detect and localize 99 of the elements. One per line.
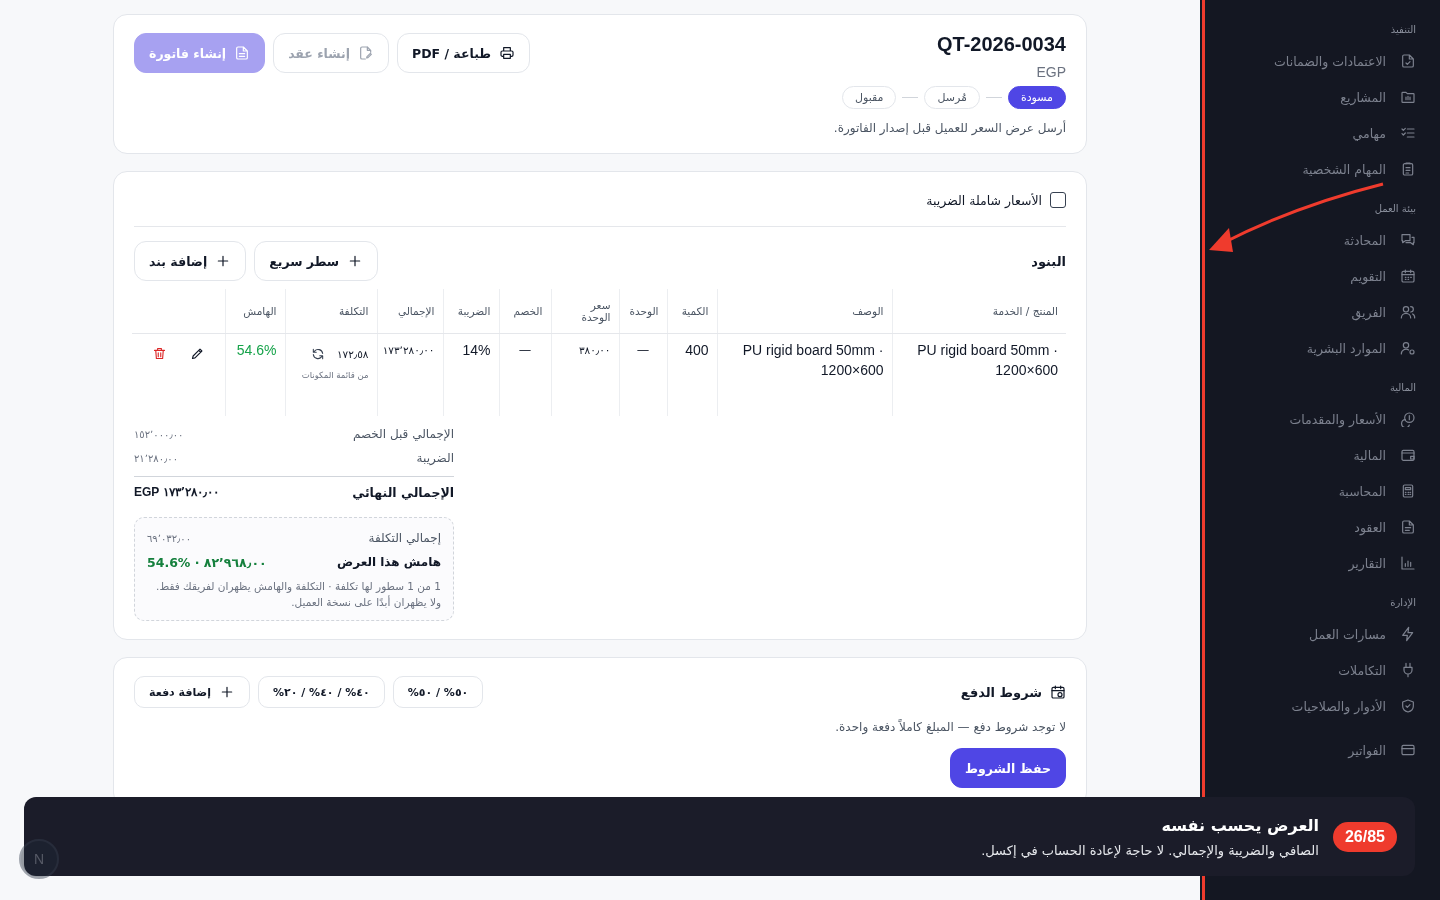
plug-icon (1400, 662, 1416, 678)
sidebar-item[interactable]: مهامي (1200, 115, 1416, 151)
checkbox[interactable] (1050, 192, 1066, 208)
quote-number: QT-2026-0034 (937, 33, 1066, 56)
column-header: الضريبة (443, 289, 499, 334)
column-header: التكلفة (285, 289, 377, 334)
sidebar-item[interactable]: التقارير (1200, 545, 1416, 581)
column-header: الهامش (225, 289, 285, 334)
currency-label: EGP (1035, 64, 1066, 80)
add-item-button[interactable]: إضافة بند (134, 241, 247, 281)
document-pen-icon (358, 45, 374, 61)
sidebar-item[interactable]: الموارد البشرية (1200, 330, 1416, 366)
print-button[interactable]: طباعة / PDF (397, 33, 531, 73)
avatar[interactable]: N (19, 839, 59, 879)
checklist-icon (1400, 125, 1416, 141)
section-title: البنود (1031, 253, 1066, 269)
sidebar-item[interactable]: مسارات العمل (1200, 616, 1416, 652)
column-header: سعر الوحدة (551, 289, 619, 334)
sidebar-item[interactable]: التكاملات (1200, 652, 1416, 688)
empty-text: لا توجد شروط دفع — المبلغ كاملاً دفعة واحدة. (834, 720, 1066, 734)
column-header: المنتج / الخدمة (892, 289, 1066, 334)
people-icon (1400, 304, 1416, 320)
total-label: الضريبة (416, 451, 454, 465)
credit-card-icon (1400, 742, 1416, 758)
shield-icon (1400, 698, 1416, 714)
section-label: الإدارة (1389, 596, 1416, 611)
document-check-icon (1400, 53, 1416, 69)
section-label: المالية (1388, 381, 1416, 395)
margin-cell: 54.6% (225, 333, 285, 416)
banner-text: الصافي والضريبة والإجمالي. لا حاجة لإعادة الحساب في إكسل. (981, 842, 1319, 858)
total-value: ١٥٢٬٠٠٠٫٠٠ (134, 428, 184, 440)
sidebar-item[interactable]: المشاريع (1200, 79, 1416, 115)
calendar-icon (1400, 268, 1416, 284)
section-label: بيئة العمل (1373, 202, 1416, 216)
table-cell: ١٧٣٬٢٨٠٫٠٠ (377, 333, 443, 416)
wallet-icon (1400, 447, 1416, 463)
total-value: ١٧٣٬٢٨٠٫٠٠ EGP (134, 485, 219, 499)
table-cell: PU rigid board 50mm · 1200×600 (717, 333, 892, 416)
banner-title: العرض يحسب نفسه (1160, 815, 1319, 835)
cost-value: ١٧٢٫٥٨ (336, 347, 369, 362)
lightning-icon (1400, 626, 1416, 642)
clipboard-icon (1400, 161, 1416, 177)
cost-total-value: ٦٩٬٠٣٢٫٠٠ (147, 532, 192, 544)
calendar-clock-icon (1050, 684, 1066, 700)
margin-value: ٨٢٬٩٦٨٫٠٠ · 54.6% (147, 554, 267, 570)
sidebar-item[interactable]: الفواتير (1200, 732, 1416, 768)
table-cell: 14% (443, 333, 499, 416)
pencil-icon (189, 346, 205, 361)
table-cell: ٣٨٠٫٠٠ (551, 333, 619, 416)
coins-icon (1400, 411, 1416, 427)
cost-total-label: إجمالي التكلفة (368, 531, 441, 545)
sidebar-item[interactable]: الأدوار والصلاحيات (1200, 688, 1416, 724)
trash-icon (151, 346, 167, 361)
preset-button[interactable]: ٥٠% / ٥٠% (392, 676, 484, 708)
edit-button[interactable] (189, 346, 205, 361)
document-icon (1400, 519, 1416, 535)
quick-line-button[interactable]: سطر سريع (254, 241, 379, 281)
column-header: الخصم (499, 289, 551, 334)
count-badge: 26/85 (1332, 821, 1397, 852)
section-title: شروط الدفع (960, 684, 1042, 700)
folder-icon (1400, 89, 1416, 105)
status-step: مسودة (1007, 86, 1066, 109)
sidebar-item[interactable]: الفريق (1200, 294, 1416, 330)
bar-chart-icon (1400, 555, 1416, 571)
table-cell: 400 (667, 333, 717, 416)
sidebar-item[interactable]: المالية (1200, 437, 1416, 473)
section-label: التنفيذ (1389, 23, 1416, 37)
sidebar-item[interactable]: المحادثة (1200, 222, 1416, 258)
document-icon (234, 45, 251, 61)
sidebar-item[interactable]: التقويم (1200, 258, 1416, 294)
save-terms-button[interactable]: حفظ الشروط (950, 748, 1066, 788)
preset-button[interactable]: ٤٠% / ٤٠% / ٢٠% (257, 676, 385, 708)
person-icon (1400, 340, 1416, 356)
checkbox-label: الأسعار شاملة الضريبة (926, 192, 1042, 208)
sidebar-item[interactable]: المحاسبة (1200, 473, 1416, 509)
sidebar-item[interactable]: الأسعار والمقدمات (1200, 401, 1416, 437)
calculator-icon (1400, 483, 1416, 499)
total-label: الإجمالي النهائي (352, 484, 454, 500)
margin-label: هامش هذا العرض (337, 555, 441, 569)
printer-icon (499, 45, 516, 61)
total-label: الإجمالي قبل الخصم (352, 427, 454, 441)
total-value: ٢١٬٢٨٠٫٠٠ (134, 452, 179, 464)
column-header: الوصف (717, 289, 892, 334)
sidebar-item[interactable]: المهام الشخصية (1200, 151, 1416, 187)
chat-icon (1400, 232, 1416, 248)
table-cell: — (499, 333, 551, 416)
table-cell: — (619, 333, 667, 416)
sidebar-item[interactable]: الاعتمادات والضمانات (1200, 43, 1416, 79)
delete-button[interactable] (151, 346, 167, 361)
margin-note: 1 من 1 سطور لها تكلفة · التكلفة والهامش يظهران لفريقك فقط. ولا يظهران أبدًا على نسخة العميل. (155, 579, 441, 610)
column-header: الإجمالي (377, 289, 443, 334)
sidebar-item[interactable]: العقود (1200, 509, 1416, 545)
table-cell: PU rigid board 50mm · 1200×600 (892, 333, 1066, 416)
cost-source: من قائمة المكونات (300, 369, 369, 382)
column-header: الوحدة (619, 289, 667, 334)
add-payment-button[interactable]: إضافة دفعة (134, 676, 250, 708)
column-header: الكمية (667, 289, 717, 334)
hint-text: أرسل عرض السعر للعميل قبل إصدار الفاتورة. (832, 121, 1066, 135)
refresh-icon (310, 347, 325, 361)
